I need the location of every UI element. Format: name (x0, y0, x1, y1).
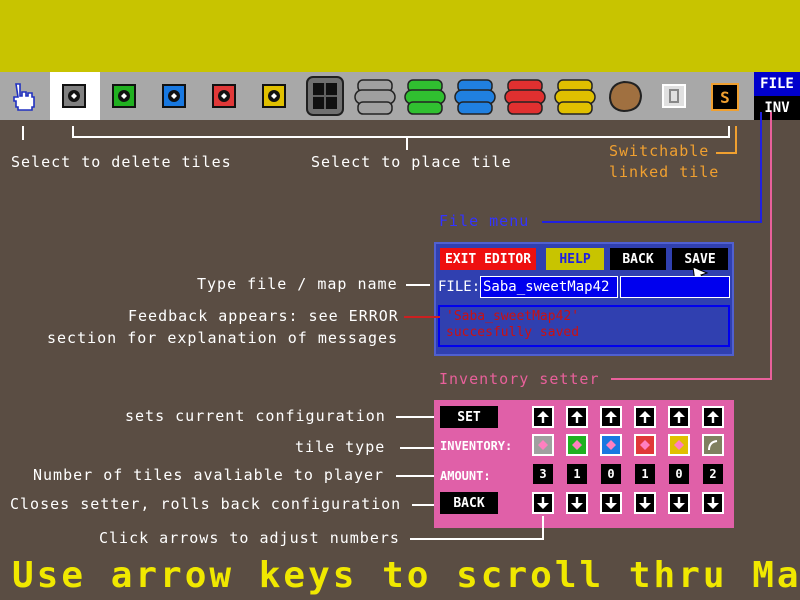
closes-line (412, 504, 434, 506)
tile-arrow-icon (118, 90, 130, 102)
inventory-line-v (770, 112, 772, 380)
help-button[interactable]: HELP (546, 248, 604, 270)
increase-arrow-icon[interactable] (532, 406, 554, 428)
click-arrows-line (410, 538, 544, 540)
exit-editor-button[interactable]: EXIT EDITOR (440, 248, 536, 270)
decrease-arrow-icon[interactable] (600, 492, 622, 514)
decrease-arrow-icon[interactable] (668, 492, 690, 514)
tank-yellow-button[interactable] (554, 76, 596, 116)
curve-track-icon (708, 440, 718, 451)
increase-arrow-icon[interactable] (668, 406, 690, 428)
switchable-callout: Switchable (609, 142, 710, 160)
tile-red-button[interactable] (212, 84, 236, 108)
feedback-line-1: 'Saba_sweetMap42' (446, 309, 580, 324)
click-arrows-callout: Click arrows to adjust numbers (99, 529, 400, 547)
amount-value: 2 (703, 464, 723, 484)
place-bracket-bottom (72, 136, 730, 138)
back-button[interactable]: BACK (610, 248, 666, 270)
feedback-line-2: succesfully saved (446, 325, 580, 340)
inventory-tile-yellow (668, 434, 690, 456)
feedback-line (404, 316, 440, 318)
tile-arrow-icon (168, 90, 180, 102)
switch-bracket-bottom (716, 152, 737, 154)
counter-icon (669, 89, 679, 103)
switch-bracket-right (735, 126, 737, 154)
inventory-label: INVENTORY: (440, 439, 513, 453)
decrease-arrow-icon[interactable] (634, 492, 656, 514)
file-menu-button[interactable]: FILE (754, 72, 800, 96)
rock-button[interactable] (606, 78, 644, 114)
top-banner (0, 0, 800, 72)
tile-arrow-icon (218, 90, 230, 102)
sets-config-line (396, 416, 434, 418)
amount-value: 1 (635, 464, 655, 484)
feedback-callout-1: Feedback appears: see ERROR (128, 307, 399, 325)
place-callout: Select to place tile (311, 153, 512, 171)
inventory-tile-blue (600, 434, 622, 456)
counter-tile-button[interactable] (662, 84, 686, 108)
inventory-tile-green (566, 434, 588, 456)
file-field-label: FILE: (438, 279, 481, 295)
decrease-arrow-icon[interactable] (566, 492, 588, 514)
increase-arrow-icon[interactable] (702, 406, 724, 428)
tile-type-callout: tile type (295, 438, 386, 456)
increase-arrow-icon[interactable] (634, 406, 656, 428)
tank-green-button[interactable] (404, 76, 446, 116)
inventory-back-button[interactable]: BACK (440, 492, 498, 514)
tile-green-button[interactable] (112, 84, 136, 108)
num-tiles-callout: Number of tiles avaliable to player (33, 466, 385, 484)
click-arrows-stem (542, 516, 544, 540)
inventory-tile-gray (532, 434, 554, 456)
delete-callout: Select to delete tiles (11, 153, 232, 171)
inventory-setter-callout: Inventory setter (439, 370, 600, 388)
tile-arrow-icon (268, 90, 280, 102)
file-menu-callout: File menu (439, 212, 530, 230)
file-menu-line-h (542, 221, 762, 223)
amount-value: 0 (601, 464, 621, 484)
inventory-line-h (611, 378, 772, 380)
tile-arrow-icon (68, 90, 80, 102)
place-bracket-stem (406, 136, 408, 150)
feedback-callout-2: section for explanation of messages (47, 329, 399, 347)
tile-yellow-button[interactable] (262, 84, 286, 108)
increase-arrow-icon[interactable] (600, 406, 622, 428)
switchable-tile-button[interactable]: S (711, 83, 739, 111)
type-name-line (406, 284, 430, 286)
closes-callout: Closes setter, rolls back configuration (10, 495, 402, 513)
inventory-tile-red (634, 434, 656, 456)
type-name-callout: Type file / map name (197, 275, 398, 293)
scroll-hint: Use arrow keys to scroll thru Map (12, 555, 800, 596)
linked-callout: linked tile (609, 163, 720, 181)
file-name-input-extension[interactable] (620, 276, 730, 298)
file-menu-line-v (760, 112, 762, 223)
file-name-input[interactable]: Saba_sweetMap42 (480, 276, 618, 298)
increase-arrow-icon[interactable] (566, 406, 588, 428)
tile-type-line (400, 447, 434, 449)
amount-value: 1 (567, 464, 587, 484)
switch-tile-letter: S (720, 87, 730, 107)
decrease-arrow-icon[interactable] (702, 492, 724, 514)
amount-value: 3 (533, 464, 553, 484)
tank-blue-button[interactable] (454, 76, 496, 116)
amount-label: AMOUNT: (440, 469, 491, 483)
tile-blue-button[interactable] (162, 84, 186, 108)
amount-value: 0 (669, 464, 689, 484)
set-button[interactable]: SET (440, 406, 498, 428)
inventory-tile-switch (702, 434, 724, 456)
place-bracket-right (728, 126, 730, 138)
hand-cursor-icon[interactable] (8, 80, 40, 112)
num-tiles-line (396, 475, 434, 477)
sets-config-callout: sets current configuration (125, 407, 386, 425)
feedback-box: 'Saba_sweetMap42' succesfully saved (438, 305, 730, 347)
tank-gray-button[interactable] (354, 76, 396, 116)
tank-red-button[interactable] (504, 76, 546, 116)
delete-callout-line (22, 126, 24, 140)
wall-block-button[interactable] (306, 76, 344, 116)
tile-gray-button[interactable] (62, 84, 86, 108)
decrease-arrow-icon[interactable] (532, 492, 554, 514)
